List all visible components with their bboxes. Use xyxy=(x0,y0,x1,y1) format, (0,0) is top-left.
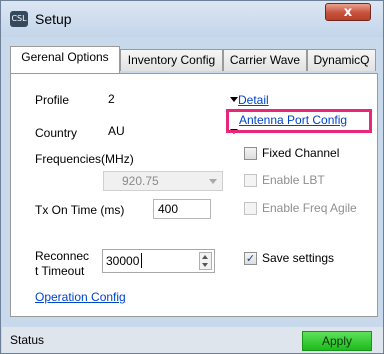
antenna-port-config-link[interactable]: Antenna Port Config xyxy=(239,113,347,127)
setup-window: CSL Setup x Gerenal Options Inventory Co… xyxy=(0,0,384,354)
stepper-buttons[interactable] xyxy=(199,252,212,270)
chevron-down-icon xyxy=(209,179,217,184)
enable-lbt-label: Enable LBT xyxy=(262,173,325,187)
country-value: AU xyxy=(108,124,125,138)
enable-freq-agile-label: Enable Freq Agile xyxy=(262,201,357,215)
tab-inventory-config[interactable]: Inventory Config xyxy=(120,49,223,71)
checkbox-box[interactable] xyxy=(244,202,257,215)
checkmark-icon[interactable]: ✓ xyxy=(244,252,257,265)
status-bar: Status Apply xyxy=(2,327,383,353)
country-select[interactable]: AU xyxy=(104,121,244,141)
close-button[interactable]: x xyxy=(325,3,371,21)
reconnect-timeout-label-line1: Reconnec xyxy=(35,249,90,263)
text-caret xyxy=(141,253,142,268)
profile-value: 2 xyxy=(108,92,115,106)
stepper-down-icon[interactable] xyxy=(202,263,208,267)
tx-on-time-input[interactable]: 400 xyxy=(153,199,211,219)
profile-select[interactable]: 2 xyxy=(104,89,244,109)
frequency-value: 920.75 xyxy=(122,174,159,188)
tab-dynamicq[interactable]: DynamicQ xyxy=(307,49,376,71)
save-settings-label: Save settings xyxy=(262,251,335,265)
tab-carrier-wave[interactable]: Carrier Wave xyxy=(223,49,307,71)
checkbox-box[interactable] xyxy=(244,147,257,160)
reconnect-timeout-value: 30000 xyxy=(106,254,140,268)
fixed-channel-label: Fixed Channel xyxy=(262,146,340,160)
reconnect-timeout-stepper[interactable]: 30000 xyxy=(102,249,215,273)
frequencies-label: Frequencies(MHz) xyxy=(35,152,134,166)
stepper-up-icon[interactable] xyxy=(202,255,208,259)
profile-label: Profile xyxy=(35,93,70,107)
detail-link[interactable]: Detail xyxy=(238,93,269,107)
operation-config-link[interactable]: Operation Config xyxy=(35,290,126,304)
window-title: Setup xyxy=(35,11,72,27)
tab-strip: Gerenal Options Inventory Config Carrier… xyxy=(10,46,378,74)
country-label: Country xyxy=(35,126,78,140)
status-text: Status xyxy=(10,333,45,347)
close-icon: x xyxy=(343,5,353,20)
checkbox-box[interactable] xyxy=(244,174,257,187)
reconnect-timeout-label-line2: t Timeout xyxy=(35,264,85,278)
tx-on-time-label: Tx On Time (ms) xyxy=(35,203,125,217)
apply-button[interactable]: Apply xyxy=(302,331,372,351)
frequency-select[interactable]: 920.75 xyxy=(103,171,223,191)
title-bar[interactable]: CSL Setup x xyxy=(1,1,383,37)
app-icon: CSL xyxy=(10,11,28,27)
chevron-down-icon xyxy=(230,97,238,102)
tab-general-options[interactable]: Gerenal Options xyxy=(10,46,120,73)
